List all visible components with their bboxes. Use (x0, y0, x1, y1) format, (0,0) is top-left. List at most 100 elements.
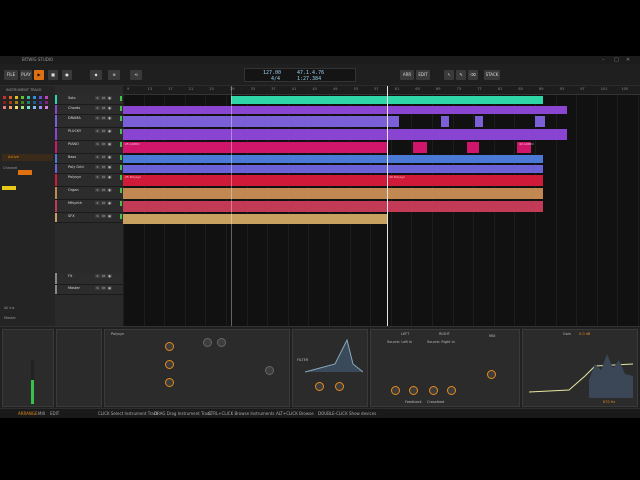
clip[interactable] (123, 188, 543, 199)
close-icon[interactable]: ✕ (626, 57, 630, 63)
edit-button[interactable]: EDIT (416, 70, 430, 80)
color-swatch[interactable] (33, 96, 36, 99)
stack-button[interactable]: STACK (484, 70, 500, 80)
solo-button[interactable]: S (95, 274, 100, 278)
track-header[interactable]: Chords S M ● (55, 105, 123, 115)
solo-button[interactable]: S (95, 129, 100, 133)
color-swatch[interactable] (9, 106, 12, 109)
color-swatch[interactable] (45, 96, 48, 99)
record-icon[interactable]: ● (62, 70, 72, 80)
solo-button[interactable]: S (95, 175, 100, 179)
track-name[interactable]: Master (68, 286, 80, 290)
track-header[interactable]: Organ S M ● (55, 187, 123, 200)
color-swatch[interactable] (39, 101, 42, 104)
arm-button[interactable]: ● (107, 165, 112, 169)
clip[interactable]: 25 AUDIO (123, 142, 387, 153)
arm-button[interactable]: ● (107, 188, 112, 192)
drive-knob[interactable] (335, 382, 344, 391)
mute-button[interactable]: M (101, 175, 106, 179)
track-name[interactable]: Organ (68, 188, 79, 192)
mute-button[interactable]: M (101, 129, 106, 133)
solo-button[interactable]: S (95, 116, 100, 120)
clip[interactable] (123, 106, 567, 114)
clip[interactable] (475, 116, 483, 127)
arm-button[interactable]: ● (107, 214, 112, 218)
arm-button[interactable]: ● (107, 129, 112, 133)
color-swatch[interactable] (33, 101, 36, 104)
track-name[interactable]: FX (68, 274, 72, 278)
track-header[interactable]: Mfsynth S M ● (55, 200, 123, 213)
playhead[interactable] (387, 86, 388, 326)
track-header[interactable]: Bass S M ● (55, 154, 123, 164)
mute-button[interactable]: M (101, 142, 106, 146)
track-name[interactable]: Polysyn (68, 175, 81, 179)
pencil-tool-icon[interactable]: ✎ (456, 70, 466, 80)
eraser-tool-icon[interactable]: ⌫ (468, 70, 478, 80)
mute-button[interactable]: M (101, 106, 106, 110)
clip[interactable] (123, 201, 543, 212)
track-name[interactable]: Chords (68, 106, 80, 110)
track-header[interactable]: PIANO S M ● (55, 141, 123, 154)
eq-freq-value[interactable]: 870 Hz (603, 400, 615, 404)
arm-button[interactable]: ● (107, 106, 112, 110)
color-swatch[interactable] (3, 101, 6, 104)
track-name[interactable]: DRAMA (68, 116, 81, 120)
mix-knob[interactable] (487, 370, 496, 379)
color-swatch[interactable] (27, 101, 30, 104)
color-swatch[interactable] (3, 106, 6, 109)
mute-button[interactable]: M (101, 286, 106, 290)
delay-device[interactable]: LEFT RIGHT Source: Left In Source: Right… (370, 329, 520, 407)
color-swatch[interactable] (15, 106, 18, 109)
mute-button[interactable]: M (101, 165, 106, 169)
track-name[interactable]: Poly Grid (68, 165, 84, 169)
clip[interactable] (335, 96, 543, 104)
mod-knob[interactable] (165, 378, 174, 387)
crossfeed-left-knob[interactable] (391, 386, 400, 395)
overdub-icon[interactable]: ⊕ (108, 70, 120, 80)
color-swatch[interactable] (21, 101, 24, 104)
time-signature[interactable]: 4/4 (271, 76, 280, 82)
channel-select[interactable] (18, 170, 32, 175)
mute-button[interactable]: M (101, 214, 106, 218)
arm-button[interactable]: ● (107, 175, 112, 179)
clip[interactable] (123, 155, 543, 163)
solo-button[interactable]: S (95, 106, 100, 110)
play-icon[interactable]: ▶ (34, 70, 44, 80)
all-ins-label[interactable]: All ins (4, 306, 14, 310)
minimize-icon[interactable]: – (602, 57, 605, 63)
solo-button[interactable]: S (95, 142, 100, 146)
solo-button[interactable]: S (95, 201, 100, 205)
track-header[interactable]: SFX S M ● (55, 213, 123, 223)
color-swatch[interactable] (39, 96, 42, 99)
release-knob[interactable] (265, 366, 274, 375)
arrange-button[interactable]: ARR (400, 70, 414, 80)
timeline-ruler[interactable]: 9 13 17 21 25 29 33 37 41 45 49 53 57 61 65 69 73 77 81 85 8… (123, 86, 640, 95)
color-swatch[interactable] (45, 106, 48, 109)
mute-button[interactable]: M (101, 188, 106, 192)
arm-button[interactable]: ● (107, 201, 112, 205)
resonance-knob[interactable] (217, 338, 226, 347)
feedback-right-knob[interactable] (447, 386, 456, 395)
clip[interactable]: 49 AUDIO (517, 142, 534, 153)
clip[interactable] (535, 116, 545, 127)
clip[interactable] (123, 214, 387, 224)
source-right[interactable]: Source: Right In (427, 340, 455, 344)
solo-button[interactable]: S (95, 96, 100, 100)
cutoff-knob[interactable] (315, 382, 324, 391)
color-swatch[interactable] (27, 106, 30, 109)
track-name[interactable]: PLUCKY (68, 129, 81, 133)
track-header[interactable]: PLUCKY S M ● (55, 128, 123, 141)
track-name[interactable]: Mfsynth (68, 201, 82, 205)
loop-icon[interactable]: ⟲ (130, 70, 142, 80)
status-item[interactable]: MIX (38, 411, 45, 416)
filter-device[interactable]: FILTER (292, 329, 368, 407)
track-name[interactable]: Solo (68, 96, 75, 100)
color-swatch[interactable] (9, 96, 12, 99)
track-header[interactable]: DRAMA S M ● (55, 115, 123, 128)
mute-button[interactable]: M (101, 155, 106, 159)
color-swatch[interactable] (39, 106, 42, 109)
mute-button[interactable]: M (101, 274, 106, 278)
mute-button[interactable]: M (101, 201, 106, 205)
color-swatch[interactable] (3, 96, 6, 99)
file-button[interactable]: FILE (4, 70, 18, 80)
